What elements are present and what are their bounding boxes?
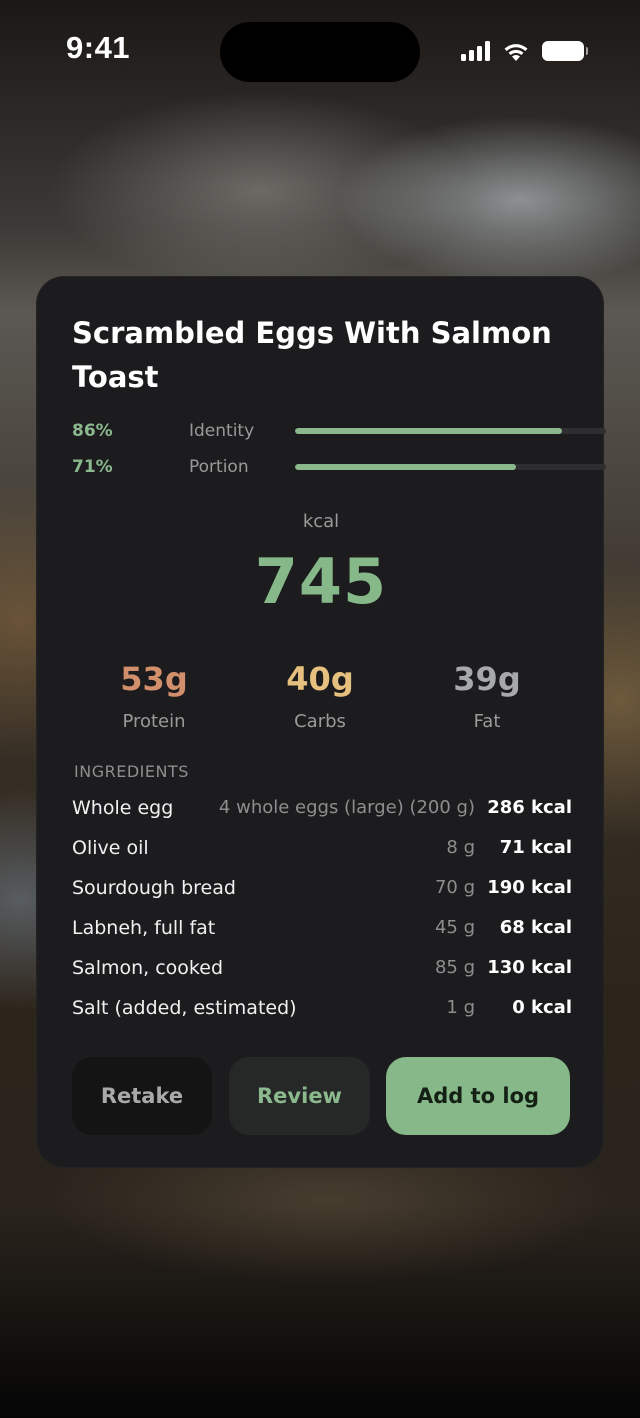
ingredient-portion: 85 g bbox=[434, 957, 475, 978]
ingredient-row[interactable]: Salt (added, estimated) 1 g 0 kcal bbox=[72, 989, 572, 1029]
dynamic-island bbox=[220, 22, 420, 82]
macro-value: 39g bbox=[453, 660, 521, 698]
ingredient-portion: 70 g bbox=[434, 877, 475, 898]
confidence-label: Identity bbox=[189, 421, 255, 441]
confidence-bar-fill bbox=[295, 428, 563, 434]
ingredient-name: Salt (added, estimated) bbox=[72, 997, 297, 1019]
status-bar: 9:41 bbox=[0, 0, 640, 100]
ingredients-list: Whole egg 4 whole eggs (large) (200 g) 2… bbox=[72, 789, 572, 1029]
status-time: 9:41 bbox=[66, 30, 131, 65]
ingredient-kcal: 71 kcal bbox=[499, 837, 572, 858]
ingredient-kcal: 68 kcal bbox=[499, 917, 572, 938]
ingredient-kcal: 130 kcal bbox=[487, 957, 572, 978]
calories-unit: kcal bbox=[302, 511, 340, 532]
meal-title: Scrambled Eggs With Salmon Toast bbox=[72, 316, 552, 394]
ingredient-kcal: 0 kcal bbox=[512, 997, 572, 1018]
macro-label: Protein bbox=[122, 711, 186, 732]
ingredient-row[interactable]: Salmon, cooked 85 g 130 kcal bbox=[72, 949, 572, 989]
macro-value: 53g bbox=[120, 660, 188, 698]
ingredient-name: Whole egg bbox=[72, 797, 174, 819]
calories-value: 745 bbox=[254, 545, 388, 618]
ingredient-row[interactable]: Labneh, full fat 45 g 68 kcal bbox=[72, 909, 572, 949]
review-button[interactable]: Review bbox=[229, 1057, 370, 1135]
ingredient-portion: 45 g bbox=[434, 917, 475, 938]
battery-icon bbox=[542, 41, 588, 61]
confidence-row-portion: 71% Portion bbox=[72, 455, 606, 479]
ingredient-row[interactable]: Whole egg 4 whole eggs (large) (200 g) 2… bbox=[72, 789, 572, 829]
cellular-signal-icon bbox=[461, 41, 490, 61]
confidence-percent: 86% bbox=[72, 421, 113, 441]
macro-carbs: 40g Carbs bbox=[240, 657, 400, 732]
add-to-log-button[interactable]: Add to log bbox=[386, 1057, 570, 1135]
macro-protein: 53g Protein bbox=[74, 657, 234, 732]
retake-button[interactable]: Retake bbox=[72, 1057, 212, 1135]
ingredient-portion: 4 whole eggs (large) (200 g) bbox=[218, 797, 475, 818]
wifi-icon bbox=[504, 44, 528, 61]
ingredient-kcal: 190 kcal bbox=[487, 877, 572, 898]
ingredient-name: Olive oil bbox=[72, 837, 149, 859]
macro-label: Fat bbox=[473, 711, 501, 732]
ingredient-row[interactable]: Sourdough bread 70 g 190 kcal bbox=[72, 869, 572, 909]
ingredient-portion: 1 g bbox=[446, 997, 475, 1018]
confidence-bar bbox=[295, 428, 606, 434]
macro-value: 40g bbox=[286, 660, 354, 698]
ingredient-name: Sourdough bread bbox=[72, 877, 236, 899]
status-icons bbox=[461, 38, 588, 64]
meal-result-card: Scrambled Eggs With Salmon Toast 86% Ide… bbox=[36, 276, 606, 1168]
ingredient-portion: 8 g bbox=[446, 837, 475, 858]
confidence-row-identity: 86% Identity bbox=[72, 419, 606, 443]
macro-fat: 39g Fat bbox=[407, 657, 567, 732]
confidence-bar-fill bbox=[295, 464, 516, 470]
ingredient-name: Salmon, cooked bbox=[72, 957, 224, 979]
ingredient-kcal: 286 kcal bbox=[487, 797, 572, 818]
confidence-label: Portion bbox=[189, 457, 249, 477]
confidence-percent: 71% bbox=[72, 457, 113, 477]
confidence-bar bbox=[295, 464, 606, 470]
ingredients-heading: INGREDIENTS bbox=[74, 762, 189, 781]
ingredient-row[interactable]: Olive oil 8 g 71 kcal bbox=[72, 829, 572, 869]
macro-label: Carbs bbox=[294, 711, 346, 732]
ingredient-name: Labneh, full fat bbox=[72, 917, 216, 939]
